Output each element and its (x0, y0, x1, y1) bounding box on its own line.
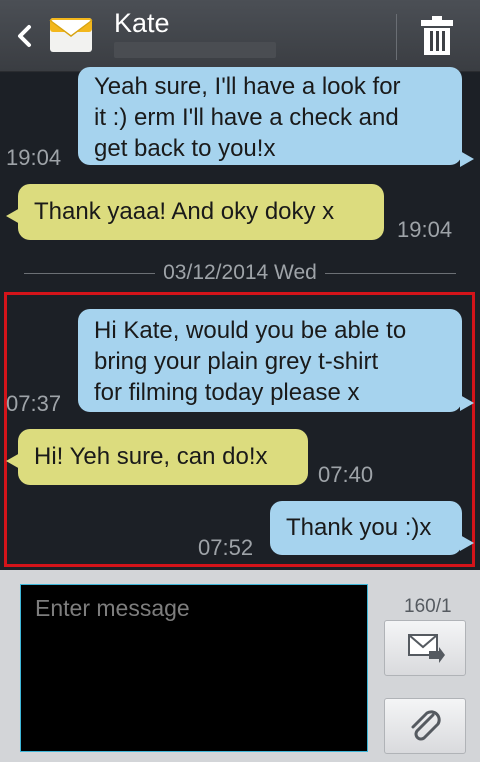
message-line: Yeah sure, I'll have a look for (94, 73, 401, 100)
message-bubble-outgoing[interactable]: Yeah sure, I'll have a look for it :) er… (78, 67, 462, 165)
message-time: 19:04 (397, 217, 453, 242)
contact-name: Kate (114, 8, 170, 38)
message-line: Thank yaaa! And oky doky x (34, 198, 335, 225)
chevron-left-icon[interactable] (12, 22, 36, 50)
message-bubble-outgoing[interactable]: Hi Kate, would you be able to bring your… (78, 309, 462, 412)
date-separator-text: 03/12/2014 Wed (155, 261, 325, 284)
bubble-tail (6, 453, 20, 469)
message-line: Hi Kate, would you be able to (94, 317, 407, 344)
composer-bar: Enter message 160/1 (0, 570, 480, 762)
contact-number-redacted (114, 42, 276, 58)
bubble-tail (6, 208, 20, 224)
send-button[interactable] (384, 620, 466, 676)
message-time: 19:04 (6, 145, 62, 170)
header-divider (396, 14, 397, 60)
message-line: get back to you!x (94, 135, 276, 162)
message-line: Hi! Yeh sure, can do!x (34, 443, 268, 470)
message-bubble-incoming[interactable]: Hi! Yeh sure, can do!x (18, 429, 308, 485)
trash-icon[interactable] (419, 16, 455, 56)
character-counter: 160/1 (404, 596, 452, 617)
message-time: 07:40 (318, 462, 374, 487)
conversation-header: Kate (0, 0, 480, 72)
attach-button[interactable] (384, 698, 466, 754)
paperclip-icon (411, 710, 441, 741)
message-line: Thank you :)x (286, 514, 432, 541)
message-time: 07:37 (6, 391, 62, 416)
message-time: 07:52 (198, 535, 254, 560)
message-bubble-incoming[interactable]: Thank yaaa! And oky doky x (18, 184, 384, 240)
message-bubble-outgoing[interactable]: Thank you :)x (270, 501, 462, 555)
message-line: it :) erm I'll have a check and (94, 104, 399, 131)
bubble-tail (460, 395, 474, 411)
message-input[interactable]: Enter message (20, 584, 368, 752)
send-message-icon (408, 634, 445, 663)
message-line: bring your plain grey t-shirt (94, 348, 379, 375)
message-list[interactable]: Yeah sure, I'll have a look for it :) er… (0, 67, 480, 570)
envelope-icon (49, 18, 93, 52)
bubble-tail (460, 151, 474, 167)
date-separator: 03/12/2014 Wed (24, 261, 456, 285)
message-line: for filming today please x (94, 379, 360, 406)
bubble-tail (460, 535, 474, 551)
